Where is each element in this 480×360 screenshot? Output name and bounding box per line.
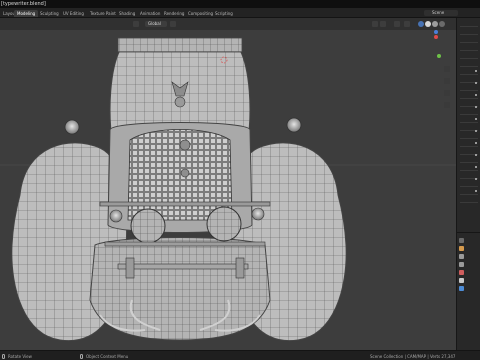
rendered-shading-icon[interactable] [439,21,445,27]
camera-view-icon[interactable] [444,90,450,96]
pan-icon[interactable] [444,78,450,84]
outliner-properties-panel[interactable] [456,18,480,350]
xray-icon[interactable] [404,21,410,27]
car-wireframe-model [0,37,456,342]
world-properties-icon[interactable] [459,278,464,283]
tab-rendering[interactable]: Rendering [161,10,187,17]
workspace-tabs-bar: Layout Modeling Sculpting UV Editing Tex… [0,8,480,18]
status-bar: Rotate View Object Context Menu Scene Co… [0,350,480,360]
tab-animation[interactable]: Animation [137,10,163,17]
move-icon[interactable] [133,21,139,27]
view-gizmo-icon[interactable] [380,21,386,27]
window-title: [typewriter.blend] [1,1,46,7]
gizmo-x-axis[interactable] [434,35,438,39]
cursor-icon[interactable] [170,21,176,27]
transform-orientation-dropdown[interactable]: Global [145,21,167,27]
output-properties-icon[interactable] [459,254,464,259]
wireframe-shading-icon[interactable] [418,21,424,27]
overlay-icon[interactable] [394,21,400,27]
3d-viewport[interactable] [0,30,456,350]
mouse-icon [2,354,5,359]
scene-selector[interactable]: Scene [424,10,458,16]
window-titlebar: [typewriter.blend] [0,0,480,8]
status-middle-action: Object Context Menu [86,354,129,359]
select-box-icon[interactable] [372,21,378,27]
tool-properties-icon[interactable] [459,238,464,243]
tab-uv-editing[interactable]: UV Editing [60,10,87,17]
zoom-icon[interactable] [444,66,450,72]
material-shading-icon[interactable] [432,21,438,27]
view-layer-properties-icon[interactable] [459,262,464,267]
status-right-info: Scene Collection | CAM/MAP | Verts 27,34… [370,354,456,359]
gizmo-z-axis[interactable] [434,30,438,34]
tab-sculpting[interactable]: Sculpting [37,10,62,17]
gizmo-y-axis[interactable] [437,54,441,58]
tab-scripting[interactable]: Scripting [212,10,236,17]
tab-shading[interactable]: Shading [116,10,138,17]
tab-texture-paint[interactable]: Texture Paint [87,10,119,17]
scene-properties-icon[interactable] [459,270,464,275]
mouse-icon [80,354,83,359]
tab-modeling[interactable]: Modeling [14,10,39,17]
viewport-header: Global Options [0,18,456,41]
perspective-toggle-icon[interactable] [444,102,450,108]
solid-shading-icon[interactable] [425,21,431,27]
status-left-action: Rotate View [8,354,32,359]
render-properties-icon[interactable] [459,246,464,251]
collection-properties-icon[interactable] [459,286,464,291]
